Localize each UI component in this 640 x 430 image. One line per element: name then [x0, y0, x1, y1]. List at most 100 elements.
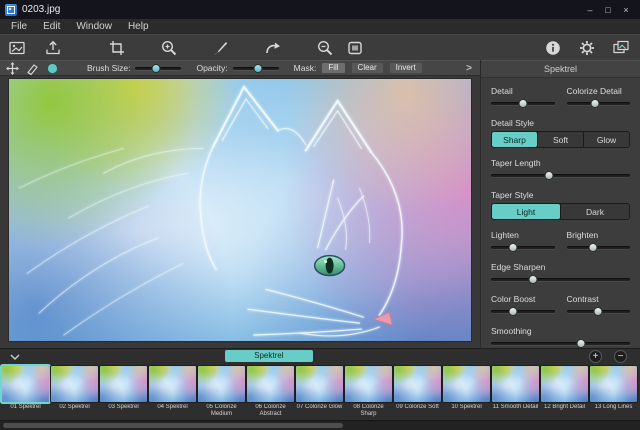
menu-item-file[interactable]: File	[3, 21, 35, 32]
taper-style-dark-button[interactable]: Dark	[560, 204, 629, 219]
crop-icon[interactable]	[106, 37, 128, 59]
lighten-brighten-row: Lighten Brighten	[491, 230, 630, 252]
slider-handle[interactable]	[577, 339, 586, 348]
slider-handle[interactable]	[509, 243, 518, 252]
detail-style-label: Detail Style	[491, 118, 630, 128]
smoothing-label: Smoothing	[491, 326, 630, 336]
preset-thumbnail-label: 10 Spektrel	[443, 404, 490, 411]
taper-length-label: Taper Length	[491, 158, 630, 168]
preset-thumbnail[interactable]: 05 Colorize Medium	[198, 366, 245, 421]
detail-control: Detail	[491, 86, 555, 108]
collapse-strip-chevron-icon[interactable]	[8, 352, 22, 362]
preset-category-badge[interactable]: Spektrel	[225, 350, 313, 362]
taper-style-control: Taper Style Light Dark	[491, 190, 630, 220]
title-bar: 0203.jpg – □ ×	[0, 0, 640, 19]
preset-thumbnail[interactable]: 02 Spektrel	[51, 366, 98, 421]
zoom-out-icon[interactable]	[314, 37, 336, 59]
preset-thumbnail[interactable]: 08 Colorize Sharp	[345, 366, 392, 421]
taper-style-segment: Light Dark	[491, 203, 630, 220]
preset-thumbnail-image	[2, 366, 49, 402]
slider-handle[interactable]	[518, 99, 527, 108]
add-preset-button[interactable]: +	[589, 350, 602, 363]
preset-thumbnail[interactable]: 01 Spektrel	[2, 366, 49, 421]
menu-item-edit[interactable]: Edit	[35, 21, 68, 32]
close-button[interactable]: ×	[617, 2, 635, 17]
taper-style-light-button[interactable]: Light	[492, 204, 560, 219]
preset-strip: Spektrel + − 01 Spektrel 02 Spektrel 03 …	[0, 348, 640, 430]
preset-thumbnail-image	[345, 366, 392, 402]
preset-thumbnail[interactable]: 03 Spektrel	[100, 366, 147, 421]
colorize-detail-slider[interactable]	[567, 99, 631, 108]
edge-sharpen-label: Edge Sharpen	[491, 262, 630, 272]
slider-handle[interactable]	[591, 99, 600, 108]
preset-thumbnail[interactable]: 06 Colorize Abstract	[247, 366, 294, 421]
taper-length-control: Taper Length	[491, 158, 630, 180]
smoothing-slider[interactable]	[491, 339, 630, 348]
preset-thumbnail-image	[296, 366, 343, 402]
slider-handle[interactable]	[152, 64, 161, 73]
preset-thumbnail[interactable]: 04 Spektrel	[149, 366, 196, 421]
scrollbar-thumb[interactable]	[3, 423, 343, 428]
detail-style-sharp-button[interactable]: Sharp	[492, 132, 537, 147]
brush-tool-icon[interactable]	[45, 61, 60, 76]
export-icon[interactable]	[42, 37, 64, 59]
mask-fill-button[interactable]: Fill	[321, 62, 345, 74]
contrast-label: Contrast	[567, 294, 631, 304]
canvas-image[interactable]	[8, 78, 472, 342]
color-boost-label: Color Boost	[491, 294, 555, 304]
brush-size-slider[interactable]	[135, 64, 181, 73]
edge-sharpen-slider[interactable]	[491, 275, 630, 284]
opacity-slider[interactable]	[233, 64, 279, 73]
preset-thumbnail[interactable]: 13 Long Lines	[590, 366, 637, 421]
mask-clear-button[interactable]: Clear	[351, 62, 384, 74]
menu-item-help[interactable]: Help	[120, 21, 157, 32]
eraser-tool-icon[interactable]	[25, 61, 40, 76]
expand-options-chevron-icon[interactable]: >	[466, 63, 475, 74]
slider-handle[interactable]	[545, 171, 554, 180]
preset-thumbnail-image	[394, 366, 441, 402]
slider-handle[interactable]	[509, 307, 518, 316]
zoom-in-icon[interactable]	[158, 37, 180, 59]
preset-thumbnail[interactable]: 12 Bright Detail	[541, 366, 588, 421]
maximize-button[interactable]: □	[599, 2, 617, 17]
preset-thumbnail-list: 01 Spektrel 02 Spektrel 03 Spektrel 04 S…	[0, 364, 640, 421]
slider-handle[interactable]	[589, 243, 598, 252]
remove-preset-button[interactable]: −	[614, 350, 627, 363]
panel-title: Spektrel	[481, 60, 640, 78]
contrast-slider[interactable]	[567, 307, 631, 316]
move-tool-icon[interactable]	[5, 61, 20, 76]
brush-icon[interactable]	[210, 37, 232, 59]
preset-thumbnail[interactable]: 10 Spektrel	[443, 366, 490, 421]
detail-style-soft-button[interactable]: Soft	[537, 132, 583, 147]
minimize-button[interactable]: –	[581, 2, 599, 17]
color-boost-slider[interactable]	[491, 307, 555, 316]
slider-handle[interactable]	[528, 275, 537, 284]
adjustments-panel: Spektrel Detail Colorize Detail Detail S…	[480, 60, 640, 348]
lighten-slider[interactable]	[491, 243, 555, 252]
preset-strip-scrollbar[interactable]	[0, 420, 640, 430]
redo-icon[interactable]	[262, 37, 284, 59]
new-image-icon[interactable]	[6, 37, 28, 59]
contrast-control: Contrast	[567, 294, 631, 316]
main-toolbar	[0, 34, 640, 60]
frame-icon[interactable]	[344, 37, 366, 59]
slider-handle[interactable]	[594, 307, 603, 316]
slider-track	[491, 310, 555, 313]
color-boost-control: Color Boost	[491, 294, 555, 316]
preset-thumbnail[interactable]: 09 Colorize Soft	[394, 366, 441, 421]
slider-handle[interactable]	[253, 64, 262, 73]
detail-slider[interactable]	[491, 99, 555, 108]
info-icon[interactable]	[542, 37, 564, 59]
mask-invert-button[interactable]: Invert	[389, 62, 423, 74]
taper-length-slider[interactable]	[491, 171, 630, 180]
preset-thumbnail-image	[149, 366, 196, 402]
preset-thumbnail-image	[443, 366, 490, 402]
preset-thumbnail[interactable]: 07 Colorize Glow	[296, 366, 343, 421]
preset-thumbnail[interactable]: 11 Smooth Detail	[492, 366, 539, 421]
settings-gear-icon[interactable]	[576, 37, 598, 59]
menu-item-window[interactable]: Window	[68, 21, 120, 32]
brighten-slider[interactable]	[567, 243, 631, 252]
toolbar-center-group	[106, 37, 366, 59]
detail-style-glow-button[interactable]: Glow	[583, 132, 629, 147]
presets-icon[interactable]	[610, 37, 632, 59]
